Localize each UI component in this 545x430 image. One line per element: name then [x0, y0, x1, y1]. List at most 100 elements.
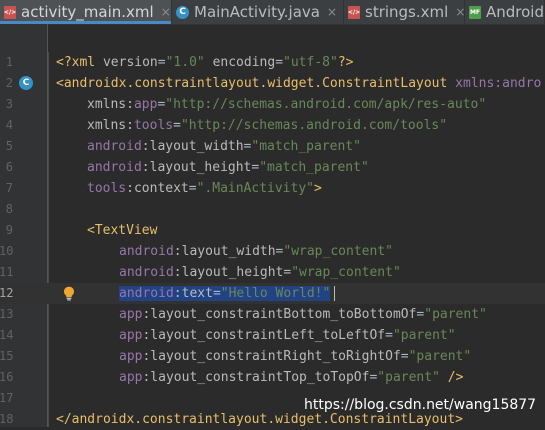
code-text: app:layout_constraintTop_toTopOf="parent… — [119, 367, 463, 388]
attr-name: encoding — [212, 55, 276, 70]
code-line-12[interactable]: 12 android:text="Hello World!" — [0, 283, 545, 304]
line-number: 13 — [0, 307, 14, 321]
code-text: app:layout_constraintLeft_toLeftOf="pare… — [119, 325, 456, 346]
attr-name: :layout_constraintLeft_toLeftOf — [142, 328, 386, 343]
equals: = — [188, 181, 197, 196]
tab-label: strings.xml — [365, 3, 449, 21]
line-number: 17 — [0, 391, 14, 405]
code-text: android:text="Hello World!" — [119, 283, 331, 304]
line-number: 4 — [5, 118, 13, 132]
code-line-4[interactable]: 4 xmlns:tools="http://schemas.android.co… — [0, 115, 545, 136]
namespace: tools — [87, 181, 127, 196]
code-line-15[interactable]: 15 app:layout_constraintRight_toRightOf=… — [0, 346, 545, 367]
code-line-13[interactable]: 13 app:layout_constraintBottom_toBottomO… — [0, 304, 545, 325]
tab-label: Android — [486, 3, 544, 21]
tab-activity-main-xml[interactable]: </> activity_main.xml × — [0, 0, 172, 24]
line-number: 3 — [5, 97, 13, 111]
tag-close: </androidx.constraintlayout.widget.Const… — [56, 412, 463, 427]
tab-android-manifest[interactable]: MF Android — [465, 0, 545, 24]
code-line-1[interactable]: 1 <?xml version="1.0" encoding="utf-8"?> — [0, 52, 545, 73]
attr-name: version — [102, 55, 158, 70]
attr-value: "utf-8" — [283, 55, 338, 70]
namespace: tools — [133, 118, 174, 133]
attr-name: :layout_height — [141, 160, 252, 175]
line-number: 1 — [5, 55, 13, 69]
attr-value: "http://schemas.android.com/tools" — [180, 118, 448, 133]
code-line-3[interactable]: 3 xmlns:app="http://schemas.android.com/… — [0, 94, 545, 115]
tab-strings-xml[interactable]: </> strings.xml × — [344, 0, 465, 24]
code-text: xmlns:app="http://schemas.android.com/ap… — [87, 94, 486, 115]
equals: = — [400, 349, 409, 364]
code-line-6[interactable]: 6 android:layout_height="match_parent" — [0, 157, 545, 178]
namespace: app — [133, 97, 158, 112]
code-text: <androidx.constraintlayout.widget.Constr… — [56, 73, 541, 94]
code-text: tools:context=".MainActivity"> — [87, 178, 322, 199]
line-number: 15 — [0, 349, 14, 363]
tag-open: <TextView — [87, 223, 158, 238]
namespace: android — [119, 265, 174, 280]
code-text: app:layout_constraintBottom_toBottomOf="… — [119, 304, 487, 325]
code-line-8[interactable]: 8 — [0, 199, 545, 220]
manifest-file-icon: MF — [469, 5, 481, 19]
attr-value: "parent" — [392, 328, 456, 343]
line-number: 2 — [5, 76, 13, 90]
close-icon[interactable]: × — [327, 5, 337, 19]
attr-value: "1.0" — [165, 55, 205, 70]
close-icon[interactable]: × — [455, 5, 465, 19]
namespace: android — [119, 244, 174, 259]
code-line-10[interactable]: 10 android:layout_width="wrap_content" — [0, 241, 545, 262]
selection: android:text="Hello World!" — [119, 286, 331, 301]
attr-value: "parent" — [424, 307, 487, 322]
code-line-11[interactable]: 11 android:layout_height="wrap_content" — [0, 262, 545, 283]
tag-open: <androidx.constraintlayout.widget.Constr… — [56, 76, 456, 91]
close-icon[interactable]: × — [161, 5, 171, 19]
code-text: android:layout_height="wrap_content" — [119, 262, 401, 283]
attr-value: ".MainActivity" — [196, 181, 314, 196]
line-number: 12 — [0, 286, 14, 300]
attr-name: :context — [126, 181, 189, 196]
code-line-7[interactable]: 7 tools:context=".MainActivity"> — [0, 178, 545, 199]
code-line-14[interactable]: 14 app:layout_constraintLeft_toLeftOf="p… — [0, 325, 545, 346]
tab-mainactivity-java[interactable]: C MainActivity.java × — [172, 0, 344, 24]
xml-file-icon: </> — [348, 5, 360, 19]
code-text: android:layout_width="match_parent" — [87, 136, 361, 157]
namespace: app — [119, 349, 143, 364]
attr-value: "wrap_content" — [291, 265, 401, 280]
xml-declaration-end: ?> — [337, 55, 354, 70]
lightbulb-icon[interactable] — [63, 286, 75, 301]
line-number: 6 — [5, 160, 13, 174]
namespace: app — [119, 307, 143, 322]
xml-file-icon: </> — [4, 5, 16, 19]
attr-prefix: xmlns: — [87, 118, 134, 133]
code-line-16[interactable]: 16 app:layout_constraintTop_toTopOf="par… — [0, 367, 545, 388]
equals: = — [157, 55, 166, 70]
equals: = — [385, 328, 393, 343]
class-gutter-icon[interactable]: C — [19, 76, 33, 90]
tab-label: activity_main.xml — [21, 3, 154, 21]
code-line-9[interactable]: 9 <TextView — [0, 220, 545, 241]
text-caret — [334, 286, 335, 301]
code-editor[interactable]: 1 <?xml version="1.0" encoding="utf-8"?>… — [0, 24, 545, 427]
line-number: 11 — [0, 265, 14, 279]
namespace: xmlns:andro — [455, 76, 542, 91]
line-number: 14 — [0, 328, 14, 342]
attr-value: "http://schemas.android.com/apk/res-auto… — [165, 97, 487, 112]
attr-name: :layout_constraintBottom_toBottomOf — [142, 307, 417, 322]
line-number: 8 — [5, 202, 13, 216]
xml-declaration: <?xml — [56, 55, 103, 70]
namespace: app — [119, 370, 143, 385]
attr-prefix: xmlns: — [87, 97, 134, 112]
attr-value: "match_parent" — [251, 139, 361, 154]
watermark: https://blog.csdn.net/wang15877 — [304, 397, 537, 413]
code-line-2[interactable]: 2 C <androidx.constraintlayout.widget.Co… — [0, 73, 545, 94]
tag-close: > — [314, 181, 322, 196]
code-text: <TextView — [87, 220, 157, 241]
attr-name: :layout_width — [141, 139, 244, 154]
attr-value: "Hello World!" — [220, 286, 331, 301]
editor-tab-bar: </> activity_main.xml × C MainActivity.j… — [0, 0, 545, 25]
tab-label: MainActivity.java — [194, 3, 320, 21]
code-line-5[interactable]: 5 android:layout_width="match_parent" — [0, 136, 545, 157]
attr-name: :layout_height — [173, 265, 284, 280]
equals: = — [212, 286, 221, 301]
